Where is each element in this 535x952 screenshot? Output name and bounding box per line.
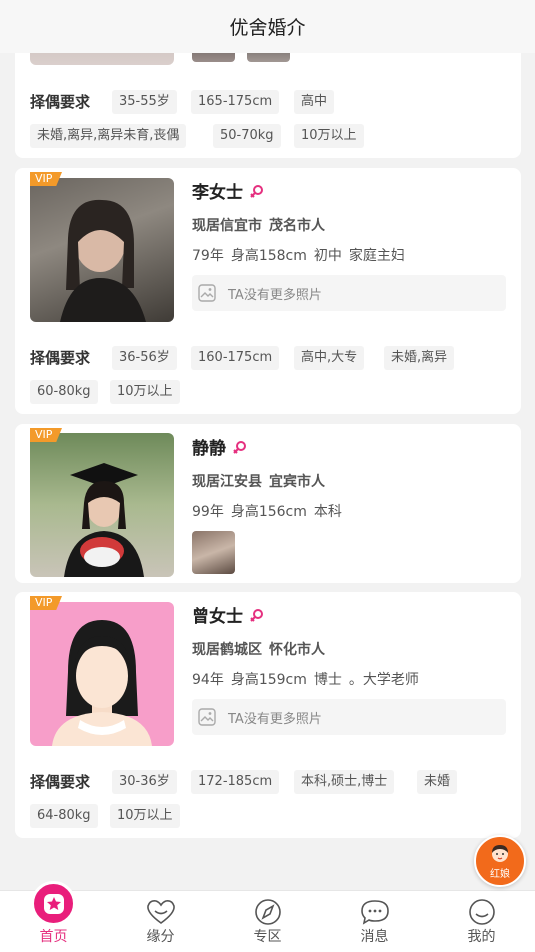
image-icon bbox=[198, 708, 216, 726]
profile-photo[interactable] bbox=[30, 178, 174, 322]
requirement-tag: 64-80kg bbox=[30, 804, 98, 828]
requirement-tag: 未婚 bbox=[417, 770, 458, 794]
requirement-tag: 10万以上 bbox=[294, 124, 364, 148]
tab-zone[interactable]: 专区 bbox=[214, 891, 321, 952]
profile-basic-info: 94年 身高159cm 博士 。大学老师 bbox=[192, 672, 419, 688]
profile-location: 现居江安县 宜宾市人 bbox=[192, 474, 325, 490]
profile-feed[interactable]: 择偶要求 35-55岁 165-175cm 高中 未婚,离异,离异未育,丧偶 5… bbox=[0, 0, 535, 890]
home-flower-icon[interactable] bbox=[31, 881, 76, 926]
requirement-tag: 165-175cm bbox=[191, 90, 280, 114]
requirement-tag: 50-70kg bbox=[213, 124, 281, 148]
female-icon bbox=[233, 441, 246, 454]
profile-card[interactable]: VIP 曾女士 现居鹤城区 怀化市人 94年 身高159cm 博士 。大学老师 TA没有… bbox=[15, 592, 521, 838]
requirement-tag: 高中,大专 bbox=[294, 346, 365, 370]
requirement-tag: 10万以上 bbox=[110, 804, 180, 828]
matchmaker-button[interactable]: 红娘 bbox=[474, 835, 526, 887]
tab-messages[interactable]: 消息 bbox=[321, 891, 428, 952]
photo-thumbnail[interactable] bbox=[192, 531, 235, 574]
requirement-tag: 10万以上 bbox=[110, 380, 180, 404]
female-icon bbox=[250, 609, 263, 622]
requirement-tag: 160-175cm bbox=[191, 346, 280, 370]
profile-photo[interactable] bbox=[30, 433, 174, 577]
profile-name[interactable]: 曾女士 bbox=[192, 602, 265, 627]
requirement-tag: 未婚,离异 bbox=[384, 346, 455, 370]
partner-requirements-label: 择偶要求 bbox=[30, 93, 91, 112]
requirement-tag: 本科,硕士,博士 bbox=[294, 770, 395, 794]
profile-name[interactable]: 静静 bbox=[192, 434, 248, 459]
tab-fate[interactable]: 缘分 bbox=[107, 891, 214, 952]
smile-face-icon bbox=[468, 899, 495, 925]
requirement-tag: 未婚,离异,离异未育,丧偶 bbox=[30, 124, 187, 148]
heart-smile-icon bbox=[146, 900, 175, 924]
matchmaker-avatar-icon bbox=[492, 845, 508, 862]
compass-icon bbox=[254, 899, 281, 925]
profile-location: 现居鹤城区 怀化市人 bbox=[192, 642, 325, 658]
partner-requirements-label: 择偶要求 bbox=[30, 773, 91, 792]
chat-bubble-icon bbox=[360, 900, 389, 925]
profile-name[interactable]: 李女士 bbox=[192, 178, 265, 203]
profile-card[interactable]: VIP 李女士 现居信宜市 茂名市人 79年 身高158cm 初中 家庭主妇 TA没有更… bbox=[15, 168, 521, 414]
requirement-tag: 30-36岁 bbox=[112, 770, 177, 794]
app-header: 优舍婚介 bbox=[0, 0, 535, 53]
profile-photo[interactable] bbox=[30, 602, 174, 746]
requirement-tag: 35-55岁 bbox=[112, 90, 177, 114]
requirement-tag: 36-56岁 bbox=[112, 346, 177, 370]
profile-basic-info: 79年 身高158cm 初中 家庭主妇 bbox=[192, 248, 405, 264]
page-title: 优舍婚介 bbox=[229, 17, 306, 39]
bottom-tab-bar: 首页 缘分 专区 消息 我的 bbox=[0, 890, 535, 952]
partner-requirements-label: 择偶要求 bbox=[30, 349, 91, 368]
profile-basic-info: 99年 身高156cm 本科 bbox=[192, 504, 342, 520]
requirement-tag: 高中 bbox=[294, 90, 335, 114]
no-more-photos-box: TA没有更多照片 bbox=[192, 699, 506, 735]
requirement-tag: 172-185cm bbox=[191, 770, 280, 794]
requirement-tag: 60-80kg bbox=[30, 380, 98, 404]
tab-mine[interactable]: 我的 bbox=[428, 891, 535, 952]
profile-location: 现居信宜市 茂名市人 bbox=[192, 218, 325, 234]
profile-card[interactable]: VIP 静静 现居江安县 宜宾市人 99年 身高156cm 本科 bbox=[15, 424, 521, 583]
no-more-photos-box: TA没有更多照片 bbox=[192, 275, 506, 311]
female-icon bbox=[250, 185, 263, 198]
image-icon bbox=[198, 284, 216, 302]
